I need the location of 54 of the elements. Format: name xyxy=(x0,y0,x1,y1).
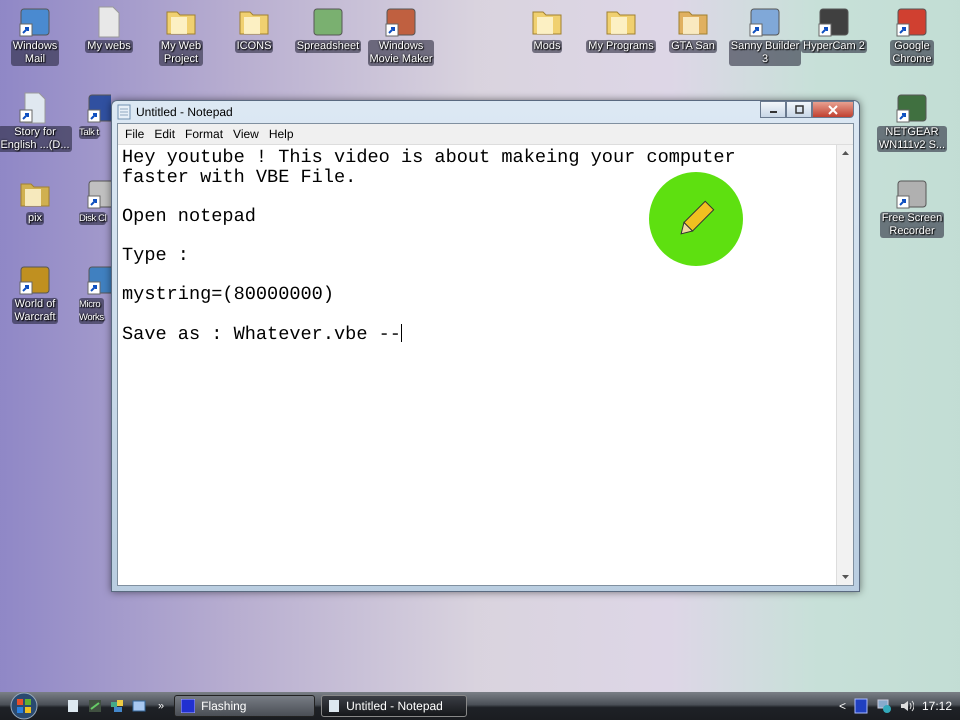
icon-label: My Programs xyxy=(586,40,656,53)
close-icon xyxy=(828,104,838,114)
icon-label: World of Warcraft xyxy=(12,298,58,324)
taskbar-button[interactable]: Untitled - Notepad xyxy=(321,695,468,717)
icon-label: Google Chrome xyxy=(890,40,934,66)
menu-item[interactable]: View xyxy=(228,127,264,141)
text-line: Hey youtube ! This video is about makeing your computer faster with VBE File. xyxy=(122,148,737,187)
icon-label: My Web Project xyxy=(158,40,204,66)
taskbar-button[interactable]: Flashing xyxy=(174,695,316,717)
clock[interactable]: 17:12 xyxy=(922,699,952,713)
window-title: Untitled - Notepad xyxy=(136,105,234,119)
speaker-icon[interactable] xyxy=(900,699,914,713)
text-line: Type : xyxy=(122,246,190,265)
icon-label: Micro Works xyxy=(79,298,104,324)
icon-label: Story for English ...(D... xyxy=(0,126,72,152)
scrollbar[interactable] xyxy=(836,145,853,585)
network-icon[interactable] xyxy=(876,698,892,714)
app-icon[interactable] xyxy=(854,698,868,714)
show-hidden-icons-button[interactable]: < xyxy=(838,699,846,713)
scroll-down-icon[interactable] xyxy=(840,572,850,581)
icon-label: Disk Cl xyxy=(79,212,106,225)
icon-label: Free Screen Recorder xyxy=(880,212,944,238)
pencil-cursor-highlight-icon xyxy=(649,172,743,266)
icon-label: Windows Movie Maker xyxy=(368,40,434,66)
notepad-icon[interactable] xyxy=(66,699,80,713)
icon-label: Spreadsheet xyxy=(294,40,362,53)
icon-label: Talk t xyxy=(79,126,99,139)
maximize-icon xyxy=(794,105,804,114)
app-icon xyxy=(181,699,196,713)
more-button[interactable]: » xyxy=(158,700,164,712)
icon-label: Windows Mail xyxy=(10,40,60,66)
icon-label: HyperCam 2 xyxy=(801,40,867,53)
menu-item[interactable]: Help xyxy=(264,127,299,141)
maximize-button[interactable] xyxy=(786,101,812,118)
menu-item[interactable]: File xyxy=(120,127,150,141)
icon-label: NETGEAR WN111v2 S... xyxy=(876,126,948,152)
notepad-icon xyxy=(328,699,340,713)
app-icon[interactable] xyxy=(132,699,146,713)
icon-label: pix xyxy=(26,212,44,225)
icon-label: Mods xyxy=(532,40,562,53)
menu-item[interactable]: Edit xyxy=(149,127,180,141)
text-area[interactable]: Hey youtube ! This video is about makeing your computer faster with VBE File. Open notepad Type : mystring=(80000000) Save as : Whatever.vbe -- xyxy=(118,145,836,585)
scroll-up-icon[interactable] xyxy=(840,149,850,158)
notepad-icon xyxy=(117,104,131,120)
minimize-button[interactable] xyxy=(760,101,786,118)
close-button[interactable] xyxy=(812,101,854,118)
text-line: Save as : Whatever.vbe -- xyxy=(122,324,403,344)
icon-label: My webs xyxy=(85,40,133,53)
app-icon[interactable] xyxy=(88,699,102,713)
text-line: mystring=(80000000) xyxy=(122,284,336,304)
icon-label: Sanny Builder 3 xyxy=(728,40,802,66)
menu-item[interactable]: Format xyxy=(180,127,228,141)
icon-label: GTA San xyxy=(669,40,717,53)
text-line: Open notepad xyxy=(122,206,257,226)
